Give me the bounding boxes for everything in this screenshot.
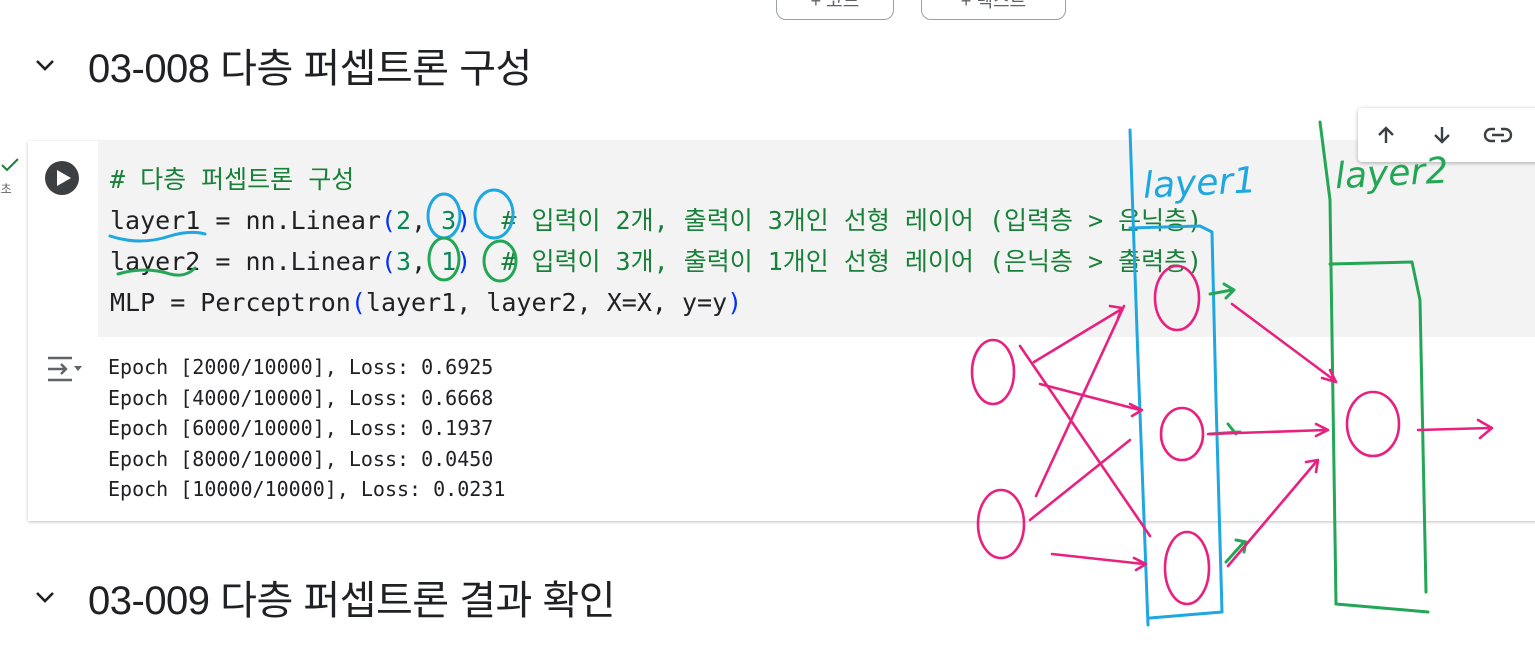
code-comment: # 입력이 2개, 출력이 3개인 선형 레이어 (입력층 > 은닉층) (471, 206, 1203, 235)
chevron-down-icon[interactable] (30, 50, 60, 80)
play-icon (56, 170, 71, 186)
code-number: 3 (396, 247, 412, 276)
output-line: Epoch [4000/10000], Loss: 0.6668 (108, 385, 494, 410)
code-cell[interactable]: # 다층 퍼셉트론 구성 layer1 = nn.Linear(2, 3) # … (28, 141, 1535, 521)
section-header[interactable]: 03-008 다층 퍼셉트론 구성 (30, 36, 532, 94)
code-comment: # 다층 퍼셉트론 구성 (110, 165, 355, 194)
code-call: = nn.Linear (200, 247, 381, 276)
code-call: MLP = Perceptron (110, 288, 351, 317)
output-line: Epoch [10000/10000], Loss: 0.0231 (108, 477, 506, 501)
code-var: layer1 (110, 206, 201, 235)
code-var: layer2 (110, 247, 201, 276)
run-cell-button[interactable] (45, 161, 79, 195)
cell-output: Epoch [2000/10000], Loss: 0.6925 Epoch [4… (108, 352, 505, 505)
link-icon (1483, 127, 1513, 143)
check-icon (1, 158, 19, 172)
move-down-button[interactable] (1414, 108, 1470, 162)
section-header[interactable]: 03-009 다층 퍼셉트론 결과 확인 (30, 568, 616, 626)
notebook-page: + 코드 + 텍스트 03-008 다층 퍼셉트론 구성 # 다층 퍼셉트론 구… (0, 0, 1535, 654)
code-args: layer1, layer2, X=X, y=y (365, 288, 728, 317)
exec-time: 5초 (0, 182, 12, 196)
cell-gutter (28, 141, 98, 337)
code-number: 1 (441, 247, 457, 276)
code-number: 2 (396, 206, 412, 235)
code-editor[interactable]: # 다층 퍼셉트론 구성 layer1 = nn.Linear(2, 3) # … (98, 141, 1535, 337)
code-text[interactable]: # 다층 퍼셉트론 구성 layer1 = nn.Linear(2, 3) # … (110, 159, 1202, 323)
section-title: 03-008 다층 퍼셉트론 구성 (88, 47, 532, 91)
output-line: Epoch [6000/10000], Loss: 0.1937 (108, 416, 494, 440)
exec-status: 5초 (0, 158, 22, 198)
add-code-button[interactable]: + 코드 (776, 0, 894, 20)
move-up-button[interactable] (1358, 108, 1414, 162)
code-number: 3 (441, 206, 457, 235)
arrow-down-icon (1434, 127, 1450, 144)
code-call: = nn.Linear (200, 206, 381, 235)
code-comment: # 입력이 3개, 출력이 1개인 선형 레이어 (은닉층 > 출력층) (471, 247, 1203, 276)
cell-toolbar (1358, 108, 1535, 162)
copy-link-button[interactable] (1470, 108, 1526, 162)
output-line: Epoch [8000/10000], Loss: 0.0450 (108, 446, 494, 471)
add-text-button[interactable]: + 텍스트 (921, 0, 1066, 20)
chevron-down-icon[interactable] (30, 582, 60, 612)
output-line: Epoch [2000/10000], Loss: 0.6925 (108, 355, 494, 379)
output-menu-icon[interactable] (46, 355, 86, 383)
section-title: 03-009 다층 퍼셉트론 결과 확인 (88, 579, 616, 623)
arrow-up-icon (1378, 126, 1394, 143)
